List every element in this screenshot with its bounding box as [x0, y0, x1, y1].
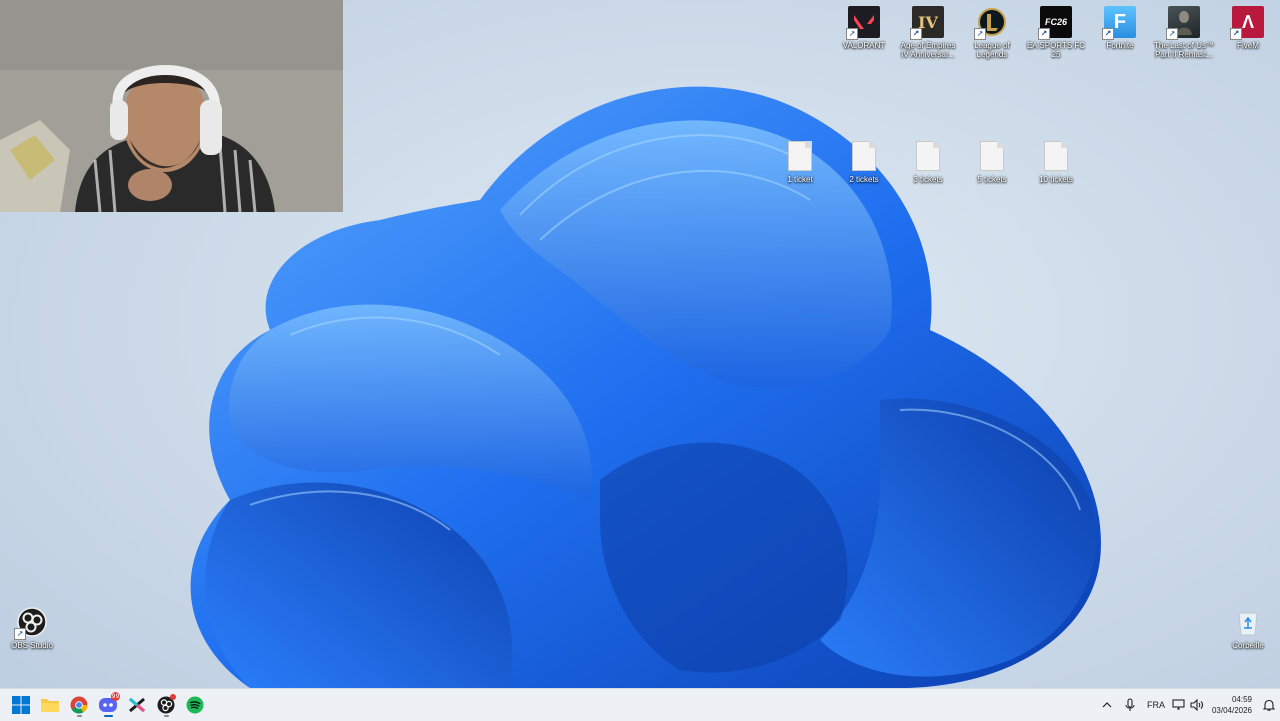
- text-file-icon: [784, 140, 816, 172]
- bell-icon: [1263, 699, 1275, 711]
- fivem-tile-text: Λ: [1241, 11, 1254, 32]
- file-label: 5 tickets: [977, 175, 1007, 184]
- volume-icon: [1190, 699, 1204, 711]
- start-button[interactable]: [7, 691, 35, 719]
- file-label: 2 tickets: [849, 175, 879, 184]
- file-3-tickets[interactable]: 3 tickets: [896, 140, 960, 184]
- chrome-icon: [70, 696, 88, 714]
- league-of-legends-shortcut[interactable]: ↗ League of Legends: [960, 6, 1024, 59]
- valorant-shortcut[interactable]: ↗ VALORANT: [832, 6, 896, 50]
- league-of-legends-label: League of Legends: [974, 41, 1010, 59]
- last-of-us-shortcut[interactable]: ↗ The Last of Us™ Part II Remast...: [1152, 6, 1216, 59]
- last-of-us-label: The Last of Us™ Part II Remast...: [1153, 41, 1215, 59]
- valorant-icon: ↗: [846, 6, 880, 40]
- capcut-icon: [129, 697, 145, 713]
- chevron-up-icon: [1102, 702, 1112, 708]
- age-of-empires-shortcut[interactable]: IV ↗ Age of Empires IV Anniversar...: [896, 6, 960, 59]
- volume-button[interactable]: [1188, 689, 1206, 721]
- taskbar-file-explorer[interactable]: [36, 691, 64, 719]
- running-indicator: [104, 715, 113, 717]
- recycle-bin-label: Corbeille: [1232, 641, 1264, 650]
- taskbar: 99 FRA 04:59 03/04/2026: [0, 688, 1280, 721]
- clock-date: 03/04/2026: [1211, 706, 1252, 715]
- taskbar-chrome[interactable]: [65, 691, 93, 719]
- age-of-empires-icon: IV ↗: [910, 6, 944, 40]
- language-indicator[interactable]: FRA: [1142, 689, 1170, 721]
- taskbar-obs[interactable]: [152, 691, 180, 719]
- text-file-icon: [1040, 140, 1072, 172]
- fortnite-shortcut[interactable]: F ↗ Fortnite: [1088, 6, 1152, 50]
- network-button[interactable]: [1170, 689, 1188, 721]
- obs-studio-label: OBS Studio: [11, 641, 53, 650]
- ea-sports-fc-tile-text: FC26: [1044, 17, 1067, 27]
- fivem-shortcut[interactable]: Λ ↗ FiveM: [1216, 6, 1280, 50]
- clock[interactable]: 04:59 03/04/2026: [1206, 694, 1258, 716]
- file-5-tickets[interactable]: 5 tickets: [960, 140, 1024, 184]
- folder-icon: [41, 699, 59, 712]
- league-of-legends-icon: ↗: [974, 6, 1008, 40]
- file-label: 10 tickets: [1039, 175, 1073, 184]
- last-of-us-icon: ↗: [1166, 6, 1200, 40]
- text-file-icon: [912, 140, 944, 172]
- clock-time: 04:59: [1231, 695, 1252, 704]
- ea-sports-fc-icon: FC26 ↗: [1038, 6, 1072, 40]
- fivem-icon: Λ ↗: [1230, 6, 1264, 40]
- age-of-empires-label: Age of Empires IV Anniversar...: [900, 41, 956, 59]
- running-indicator: [164, 715, 169, 717]
- obs-icon: ↗: [14, 606, 48, 640]
- spotify-icon: [186, 696, 204, 714]
- file-10-tickets[interactable]: 10 tickets: [1024, 140, 1088, 184]
- text-file-icon: [976, 140, 1008, 172]
- microphone-icon: [1125, 698, 1135, 711]
- taskbar-spotify[interactable]: [181, 691, 209, 719]
- windows-logo-icon: [12, 696, 30, 714]
- fortnite-tile-text: F: [1113, 10, 1127, 33]
- microphone-button[interactable]: [1118, 689, 1142, 721]
- file-1-ticket[interactable]: 1 ticket: [768, 140, 832, 184]
- valorant-label: VALORANT: [842, 41, 886, 50]
- recording-indicator: [170, 694, 176, 700]
- network-icon: [1172, 699, 1185, 710]
- recycle-bin-icon: [1232, 606, 1264, 638]
- ea-sports-fc-shortcut[interactable]: FC26 ↗ EA SPORTS FC 25: [1024, 6, 1088, 59]
- show-hidden-icons-button[interactable]: [1096, 689, 1118, 721]
- fivem-label: FiveM: [1237, 41, 1259, 50]
- file-2-tickets[interactable]: 2 tickets: [832, 140, 896, 184]
- running-indicator: [77, 715, 82, 717]
- ea-sports-fc-label: EA SPORTS FC 25: [1026, 41, 1086, 59]
- fortnite-icon: F ↗: [1102, 6, 1136, 40]
- file-label: 3 tickets: [913, 175, 943, 184]
- webcam-overlay: [0, 0, 343, 212]
- file-label: 1 ticket: [787, 175, 813, 184]
- fortnite-label: Fortnite: [1106, 41, 1134, 50]
- taskbar-capcut[interactable]: [123, 691, 151, 719]
- obs-studio-shortcut[interactable]: ↗ OBS Studio: [0, 606, 64, 650]
- webcam-person-image: [0, 0, 343, 212]
- text-file-icon: [848, 140, 880, 172]
- taskbar-discord[interactable]: 99: [94, 691, 122, 719]
- recycle-bin[interactable]: Corbeille: [1216, 606, 1280, 650]
- notification-badge: 99: [111, 692, 120, 701]
- notifications-button[interactable]: [1258, 689, 1280, 721]
- system-tray: FRA 04:59 03/04/2026: [1096, 689, 1280, 721]
- desktop[interactable]: ↗ VALORANT IV ↗ Age of Empires IV Annive…: [0, 0, 1280, 688]
